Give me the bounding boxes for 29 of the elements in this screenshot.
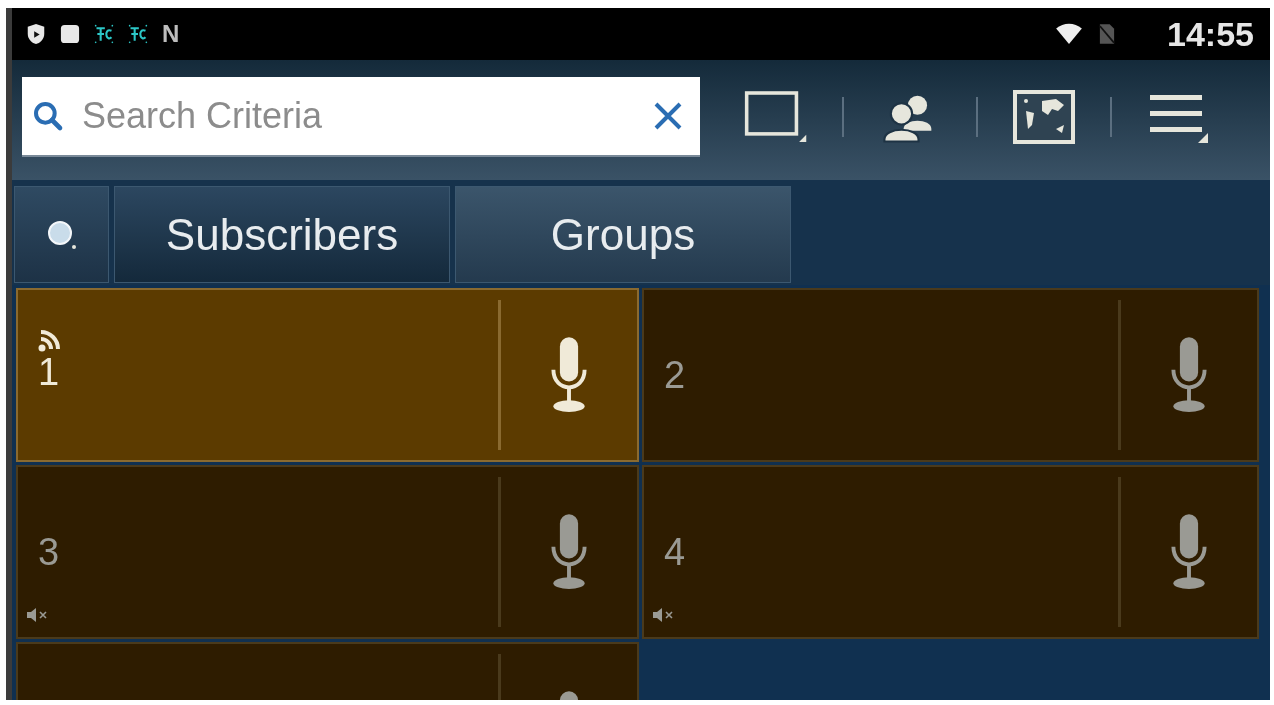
talkgroup-tile[interactable]: 2 — [642, 288, 1259, 462]
window-icon[interactable] — [744, 89, 808, 145]
talkgroup-tile[interactable]: 4 — [642, 465, 1259, 639]
app-icon — [128, 23, 148, 45]
tile-number: 1 — [38, 352, 61, 392]
clock-time: 14:55 — [1167, 14, 1254, 54]
search-input[interactable]: Search Criteria — [80, 94, 636, 138]
square-icon — [60, 23, 80, 45]
app-icon — [94, 23, 114, 45]
search-field[interactable]: Search Criteria — [22, 77, 700, 155]
circle-icon — [46, 219, 77, 250]
microphone-icon[interactable] — [1169, 336, 1209, 414]
map-icon[interactable] — [1012, 89, 1076, 145]
tile-number: 2 — [664, 355, 687, 395]
microphone-icon[interactable] — [1169, 513, 1209, 591]
tile-number: 4 — [664, 532, 687, 572]
no-sim-icon — [1099, 23, 1116, 45]
tab[interactable]: Groups — [455, 186, 791, 283]
talkgroup-tile[interactable]: 1 — [16, 288, 639, 462]
search-icon — [32, 100, 64, 132]
shield-icon — [26, 23, 46, 45]
talkgroup-tile[interactable]: 3 — [16, 465, 639, 639]
microphone-icon[interactable] — [549, 336, 589, 414]
tile-number: 3 — [38, 532, 61, 572]
tab[interactable]: Subscribers — [114, 186, 450, 283]
status-filter-button[interactable] — [14, 186, 109, 283]
notification-icon: N — [162, 20, 180, 48]
microphone-icon[interactable] — [549, 513, 589, 591]
close-icon[interactable] — [652, 100, 684, 132]
